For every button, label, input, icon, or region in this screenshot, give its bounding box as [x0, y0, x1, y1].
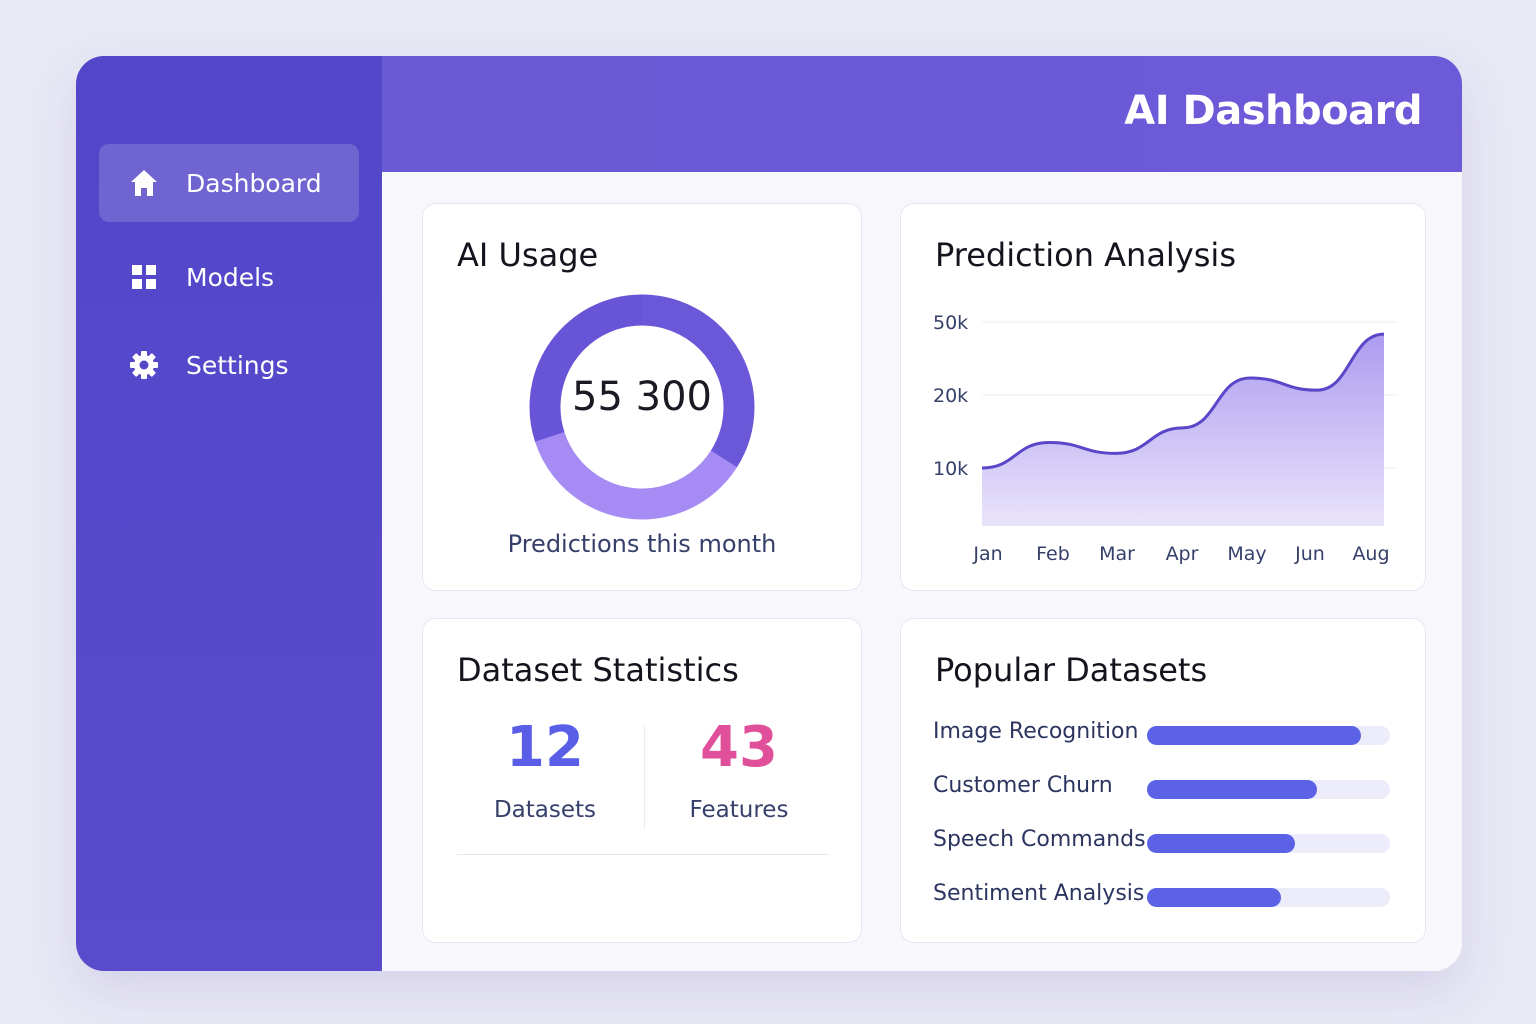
list-item[interactable]: Sentiment Analysis [933, 881, 1393, 911]
sidebar-item-settings[interactable]: Settings [99, 326, 359, 404]
progress-fill [1147, 726, 1361, 745]
usage-title: AI Usage [457, 236, 599, 274]
x-tick-label: Jun [1294, 543, 1325, 565]
x-tick-label: Mar [1099, 543, 1135, 565]
stats-title: Dataset Statistics [457, 651, 739, 689]
progress-track [1147, 726, 1390, 745]
progress-track [1147, 888, 1390, 907]
list-item[interactable]: Speech Commands [933, 827, 1393, 857]
sidebar-item-label: Models [186, 262, 275, 292]
x-tick-label: Aug [1352, 543, 1389, 565]
features-count: 43 [700, 715, 778, 780]
sidebar-item-dashboard[interactable]: Dashboard [99, 144, 359, 222]
datasets-count: 12 [506, 715, 584, 780]
gear-icon [128, 349, 160, 381]
list-item[interactable]: Customer Churn [933, 773, 1393, 803]
progress-track [1147, 834, 1390, 853]
page-title: AI Dashboard [1124, 88, 1422, 134]
progress-fill [1147, 780, 1318, 799]
dataset-label: Speech Commands [933, 827, 1146, 852]
grid-icon [128, 261, 160, 293]
progress-fill [1147, 888, 1281, 907]
x-tick-label: Feb [1036, 543, 1070, 565]
popular-datasets-card: Popular Datasets Image Recognition Custo… [900, 618, 1426, 943]
x-tick-label: May [1227, 543, 1266, 565]
header-bar: AI Dashboard [382, 56, 1462, 172]
sidebar-item-label: Dashboard [186, 168, 322, 198]
prediction-card: Prediction Analysis 50k 20k 10k Jan Feb Mar Ap… [900, 203, 1426, 591]
y-tick-label: 20k [933, 385, 968, 407]
y-tick-label: 10k [933, 458, 968, 480]
progress-fill [1147, 834, 1296, 853]
usage-value: 55 300 [572, 374, 712, 420]
sidebar-item-models[interactable]: Models [99, 238, 359, 316]
main-content: AI Usage 55 300 Predictions this month P… [382, 172, 1462, 971]
dataset-label: Image Recognition [933, 719, 1139, 744]
x-tick-label: Apr [1166, 543, 1199, 565]
dataset-label: Sentiment Analysis [933, 881, 1145, 906]
usage-card: AI Usage 55 300 Predictions this month [422, 203, 862, 591]
popular-title: Popular Datasets [935, 651, 1208, 689]
y-tick-label: 50k [933, 312, 968, 334]
usage-caption: Predictions this month [507, 530, 777, 558]
list-item[interactable]: Image Recognition [933, 719, 1393, 749]
features-label: Features [689, 797, 789, 823]
sidebar: Dashboard Models Settings [76, 56, 382, 971]
home-icon [128, 167, 160, 199]
stats-divider [644, 725, 645, 829]
progress-track [1147, 780, 1390, 799]
sidebar-item-label: Settings [186, 350, 289, 380]
prediction-area-chart: 50k 20k 10k Jan Feb Mar Apr May Jun Aug [933, 312, 1398, 565]
app-window: Dashboard Models Settings AI Dashboard A… [76, 56, 1462, 971]
x-tick-label: Jan [972, 543, 1002, 565]
stats-separator [457, 854, 829, 855]
datasets-label: Datasets [493, 797, 597, 823]
dataset-stats-card: Dataset Statistics 12 Datasets 43 Featur… [422, 618, 862, 943]
area-fill [982, 334, 1384, 526]
dataset-label: Customer Churn [933, 773, 1113, 798]
